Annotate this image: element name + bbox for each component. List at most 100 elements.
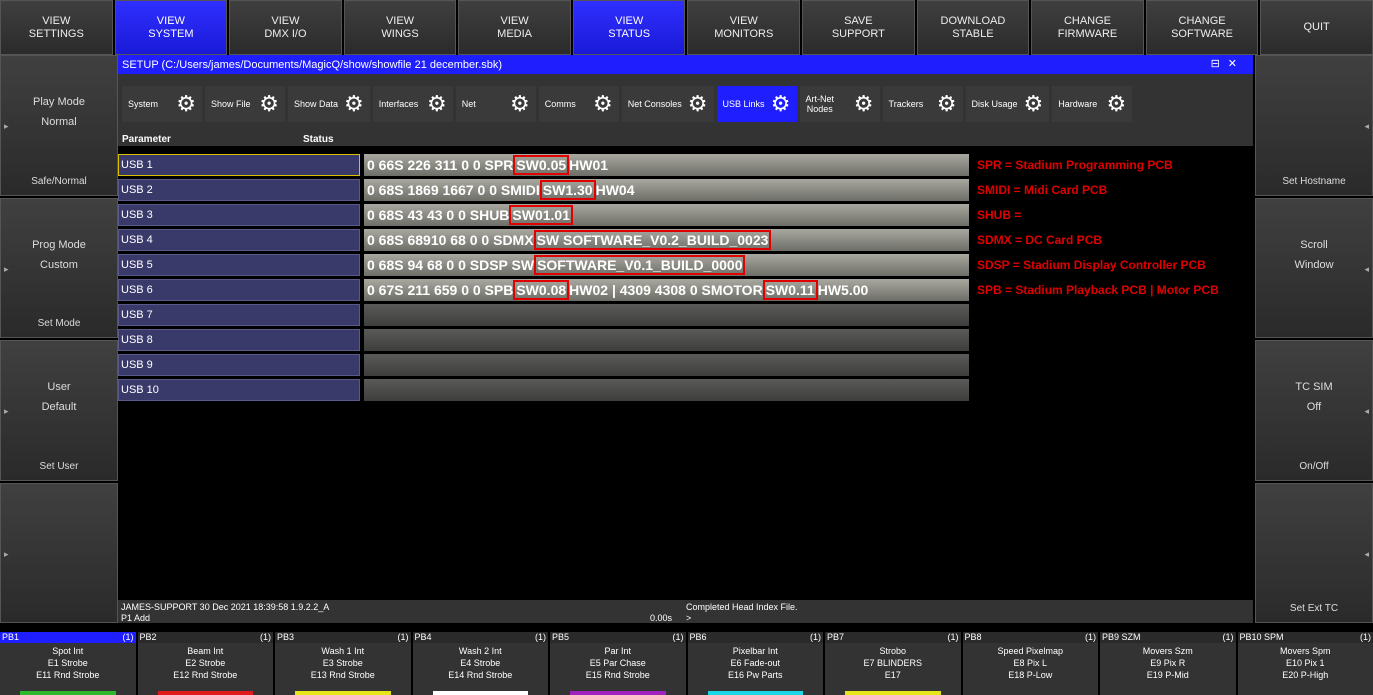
parameter-cell[interactable]: USB 9 bbox=[118, 353, 360, 376]
parameter-cell[interactable]: USB 8 bbox=[118, 328, 360, 351]
gear-icon: ⚙ bbox=[510, 91, 530, 116]
tab-6[interactable]: Net Consoles ⚙ bbox=[621, 86, 714, 122]
tab-8[interactable]: Art-Net Nodes ⚙ bbox=[799, 86, 880, 122]
playback-effect-2: E12 Rnd Strobe bbox=[173, 670, 238, 680]
gear-icon: ⚙ bbox=[687, 91, 708, 116]
playback-effect-2: E19 P-Mid bbox=[1146, 670, 1189, 680]
left-softkey-1[interactable]: Prog Mode Custom Set Mode ▸ bbox=[0, 197, 118, 338]
top-button-9[interactable]: CHANGE FIRMWARE bbox=[1031, 0, 1144, 55]
tab-5[interactable]: Comms ⚙ bbox=[538, 86, 619, 122]
gear-icon: ⚙ bbox=[770, 91, 791, 116]
playback-9[interactable]: PB9 SZM (1) Movers Szm E9 Pix R E19 P-Mid bbox=[1100, 632, 1236, 695]
arrow-icon: ◂ bbox=[1364, 548, 1369, 559]
status-text-rest: HW04 bbox=[595, 181, 635, 198]
top-button-6[interactable]: VIEW MONITORS bbox=[687, 0, 801, 55]
playback-count: (1) bbox=[260, 632, 271, 642]
setup-tab-row: System ⚙ Show File ⚙ Show Data ⚙ Interfaces ⚙ Ne… bbox=[118, 74, 1253, 134]
playback-5[interactable]: PB5 (1) Par Int E5 Par Chase E15 Rnd Strobe bbox=[550, 632, 686, 695]
top-button-3[interactable]: VIEW WINGS bbox=[343, 0, 457, 55]
gear-icon: ⚙ bbox=[853, 91, 874, 116]
playback-effect-1: E6 Fade-out bbox=[730, 658, 781, 668]
column-header-status: Status bbox=[303, 134, 334, 145]
tab-0[interactable]: System ⚙ bbox=[122, 86, 202, 122]
playback-number: PB7 bbox=[827, 632, 845, 642]
right-softkey-action: On/Off bbox=[1299, 460, 1329, 472]
top-button-4[interactable]: VIEW MEDIA bbox=[458, 0, 571, 55]
right-softkey-0[interactable]: Set Hostname ◂ bbox=[1255, 55, 1373, 196]
playback-effect-1: E10 Pix 1 bbox=[1285, 658, 1325, 668]
left-softkey-2[interactable]: User Default Set User ▸ bbox=[0, 340, 118, 481]
playback-count: (1) bbox=[122, 632, 134, 642]
tab-11[interactable]: Hardware ⚙ bbox=[1052, 86, 1133, 122]
playback-count: (1) bbox=[1360, 632, 1371, 642]
playback-effect-2: E20 P-High bbox=[1282, 670, 1329, 680]
highlighted-version: SW01.01 bbox=[509, 204, 574, 225]
left-softkey-action: Set User bbox=[39, 460, 79, 472]
playback-6[interactable]: PB6 (1) Pixelbar Int E6 Fade-out E16 Pw Part… bbox=[687, 632, 823, 695]
arrow-icon: ▸ bbox=[4, 406, 9, 416]
playback-8[interactable]: PB8 (1) Speed Pixelmap E8 Pix L E18 P-Low bbox=[962, 632, 1098, 695]
tab-7[interactable]: USB Links ⚙ bbox=[716, 86, 797, 122]
top-button-5[interactable]: VIEW STATUS bbox=[572, 0, 686, 55]
status-text-rest: HW02 | 4309 4308 0 SMOTOR bbox=[569, 281, 763, 298]
highlighted-version: SW0.11 bbox=[762, 279, 818, 300]
playback-effect-1: E4 Strobe bbox=[460, 658, 501, 668]
top-button-10[interactable]: CHANGE SOFTWARE bbox=[1145, 0, 1259, 55]
annotation-label: SHUB = bbox=[977, 207, 1022, 222]
left-softkey-action: Set Mode bbox=[37, 318, 81, 329]
left-softkey-0[interactable]: Play Mode Normal Safe/Normal ▸ bbox=[0, 55, 118, 196]
parameter-cell[interactable]: USB 7 bbox=[118, 303, 360, 326]
tab-label: Art-Net Nodes bbox=[805, 94, 835, 114]
playback-7[interactable]: PB7 (1) Strobo E7 BLINDERS E17 bbox=[825, 632, 961, 695]
parameter-cell[interactable]: USB 10 bbox=[118, 378, 360, 401]
tab-4[interactable]: Net ⚙ bbox=[455, 86, 536, 122]
right-softkey-3[interactable]: Set Ext TC ◂ bbox=[1255, 482, 1373, 623]
top-button-0[interactable]: VIEW SETTINGS bbox=[0, 0, 113, 55]
top-button-1[interactable]: VIEW SYSTEM bbox=[114, 0, 228, 55]
playback-effect-1: E8 Pix L bbox=[1013, 658, 1048, 668]
playback-color-bar bbox=[432, 691, 528, 695]
tab-9[interactable]: Trackers ⚙ bbox=[882, 86, 963, 122]
playback-number: PB3 bbox=[277, 632, 295, 642]
status-cell bbox=[364, 328, 969, 351]
top-button-7[interactable]: SAVE SUPPORT bbox=[802, 0, 915, 55]
playback-10[interactable]: PB10 SPM (1) Movers Spm E10 Pix 1 E20 P-High bbox=[1237, 632, 1373, 695]
playback-header: PB2 (1) bbox=[137, 632, 273, 643]
parameter-cell[interactable]: USB 5 bbox=[118, 253, 360, 276]
playback-count: (1) bbox=[397, 632, 409, 642]
tab-label: Show Data bbox=[294, 99, 339, 109]
top-button-8[interactable]: DOWNLOAD STABLE bbox=[916, 0, 1030, 55]
playback-effect-1: E3 Strobe bbox=[322, 658, 363, 668]
parameter-cell[interactable]: USB 4 bbox=[118, 228, 360, 251]
table-row: USB 20 68S 1869 1667 0 0 SMIDI SW1.30 HW… bbox=[118, 177, 1253, 202]
right-softkey-2[interactable]: TC SIM Off On/Off ◂ bbox=[1255, 340, 1373, 481]
top-button-2[interactable]: VIEW DMX I/O bbox=[229, 0, 342, 55]
tab-1[interactable]: Show File ⚙ bbox=[205, 86, 285, 122]
status-text: 0 68S 43 43 0 0 SHUB bbox=[367, 206, 510, 223]
left-softkey-label: User bbox=[47, 381, 71, 393]
playback-number: PB10 SPM bbox=[1239, 632, 1284, 642]
playback-4[interactable]: PB4 (1) Wash 2 Int E4 Strobe E14 Rnd Strobe bbox=[412, 632, 548, 695]
playback-1[interactable]: PB1 (1) Spot Int E1 Strobe E11 Rnd Strobe bbox=[0, 632, 136, 695]
parameter-cell[interactable]: USB 1 bbox=[118, 153, 360, 176]
playback-effect-1: E1 Strobe bbox=[47, 658, 88, 668]
status-cell: 0 66S 226 311 0 0 SPR SW0.05 HW01 bbox=[364, 153, 969, 176]
right-softkey-1[interactable]: Scroll Window ◂ bbox=[1255, 197, 1373, 338]
window-controls[interactable]: ⊟✕ bbox=[1211, 57, 1245, 70]
left-softkey-3[interactable]: ▸ bbox=[0, 482, 118, 623]
parameter-cell[interactable]: USB 2 bbox=[118, 178, 360, 201]
tab-3[interactable]: Interfaces ⚙ bbox=[372, 86, 453, 122]
gear-icon: ⚙ bbox=[259, 91, 279, 116]
parameter-cell[interactable]: USB 3 bbox=[118, 203, 360, 226]
command-prompt[interactable]: > bbox=[686, 613, 691, 623]
top-button-11[interactable]: QUIT bbox=[1260, 0, 1373, 55]
tab-10[interactable]: Disk Usage ⚙ bbox=[965, 86, 1050, 122]
parameter-cell[interactable]: USB 6 bbox=[118, 278, 360, 301]
right-softkey-action: Set Ext TC bbox=[1289, 603, 1339, 614]
right-softkey-label: TC SIM bbox=[1295, 381, 1333, 393]
column-header-parameter: Parameter bbox=[122, 134, 171, 145]
annotation-label: SDMX = DC Card PCB bbox=[977, 232, 1103, 247]
playback-2[interactable]: PB2 (1) Beam Int E2 Strobe E12 Rnd Strobe bbox=[137, 632, 273, 695]
tab-2[interactable]: Show Data ⚙ bbox=[288, 86, 370, 122]
playback-3[interactable]: PB3 (1) Wash 1 Int E3 Strobe E13 Rnd Strobe bbox=[275, 632, 411, 695]
